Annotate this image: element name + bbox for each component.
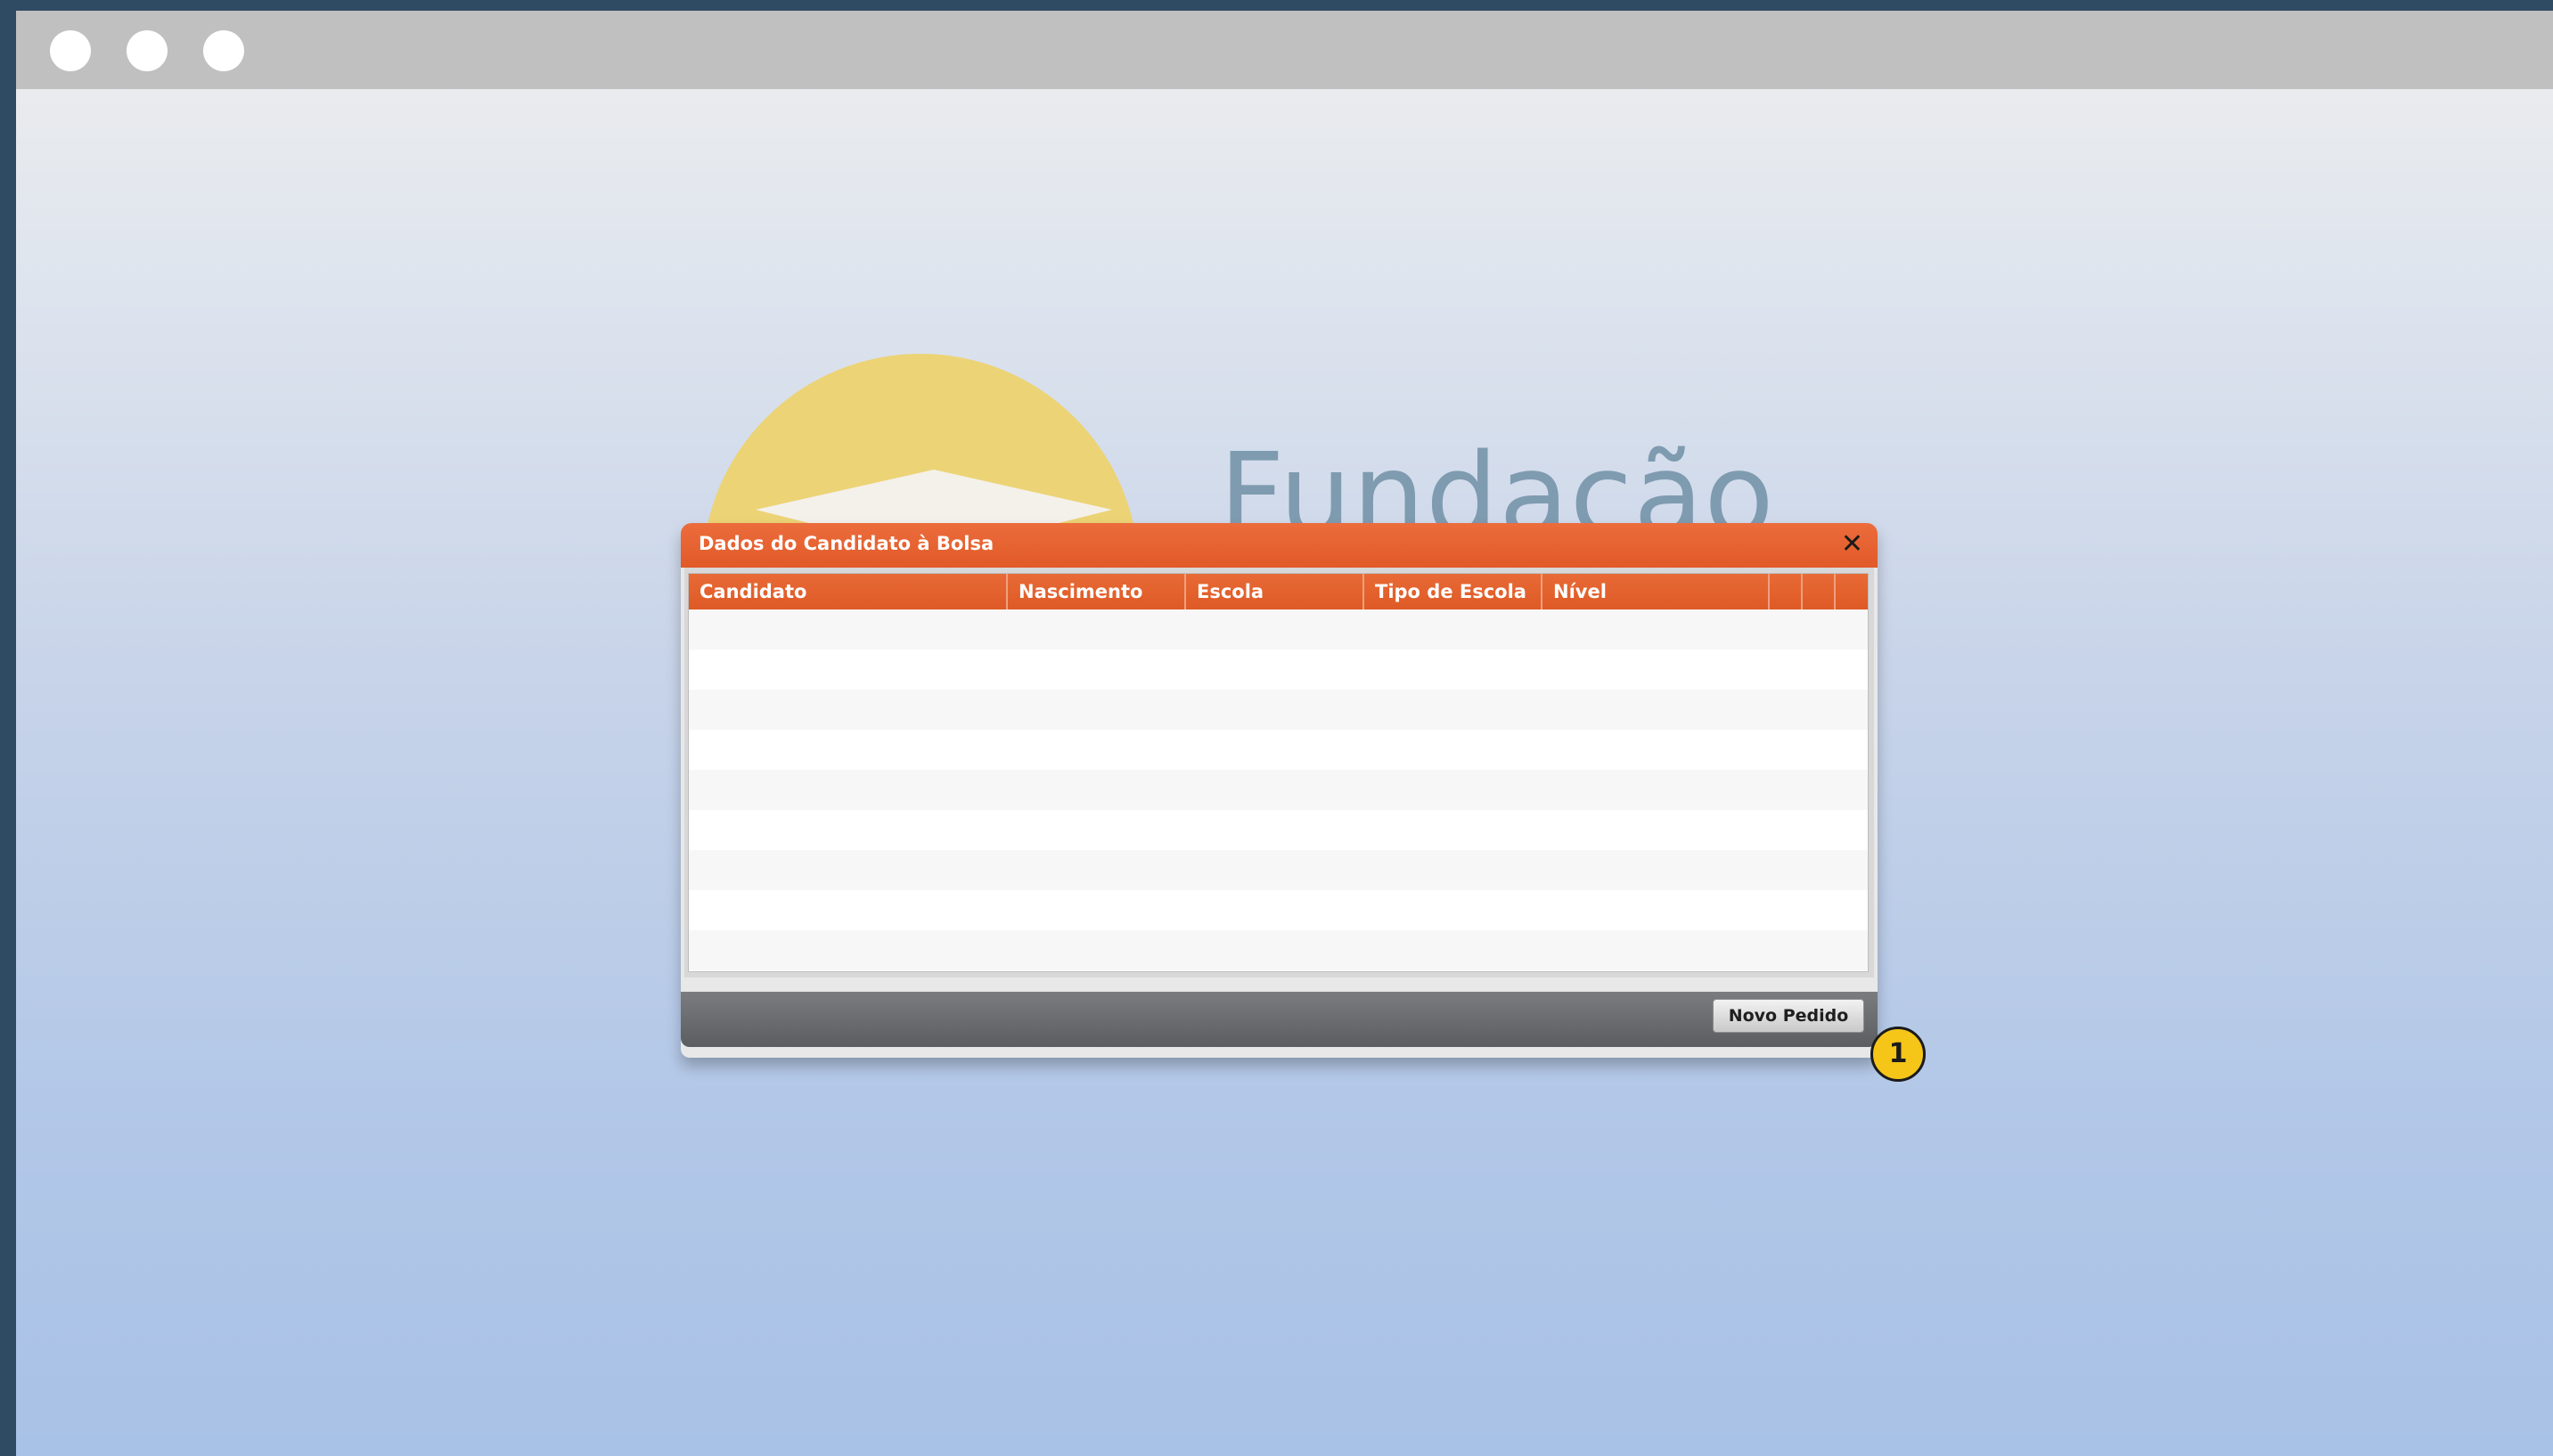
column-header-nascimento[interactable]: Nascimento	[1008, 574, 1186, 609]
table-row	[689, 890, 1868, 930]
table-row	[689, 850, 1868, 890]
table-row	[689, 930, 1868, 970]
table-row	[689, 770, 1868, 810]
candidate-dialog: Dados do Candidato à Bolsa ✕ Candidato N…	[681, 523, 1878, 1058]
dialog-title: Dados do Candidato à Bolsa	[699, 533, 994, 554]
dialog-body: Candidato Nascimento Escola Tipo de Esco…	[684, 568, 1874, 977]
table-body	[689, 609, 1868, 970]
step-callout-badge: 1	[1870, 1027, 1926, 1082]
table-row	[689, 650, 1868, 690]
column-header-action-1[interactable]	[1770, 574, 1803, 609]
column-header-escola[interactable]: Escola	[1186, 574, 1364, 609]
column-header-action-3[interactable]	[1836, 574, 1868, 609]
close-icon[interactable]: ✕	[1841, 528, 1863, 561]
column-header-tipo-escola[interactable]: Tipo de Escola	[1364, 574, 1542, 609]
window-titlebar	[16, 11, 2553, 89]
window-close-button[interactable]	[50, 30, 91, 71]
dialog-footer: Novo Pedido	[681, 992, 1878, 1047]
column-header-action-2[interactable]	[1803, 574, 1836, 609]
candidates-table: Candidato Nascimento Escola Tipo de Esco…	[688, 573, 1869, 972]
new-request-button[interactable]: Novo Pedido	[1713, 999, 1864, 1033]
table-row	[689, 690, 1868, 730]
table-row	[689, 810, 1868, 850]
table-header: Candidato Nascimento Escola Tipo de Esco…	[689, 574, 1868, 609]
table-row	[689, 609, 1868, 650]
column-header-nivel[interactable]: Nível	[1542, 574, 1770, 609]
dialog-header: Dados do Candidato à Bolsa ✕	[681, 523, 1878, 568]
window-maximize-button[interactable]	[203, 30, 244, 71]
table-row	[689, 730, 1868, 770]
column-header-candidato[interactable]: Candidato	[689, 574, 1008, 609]
window-minimize-button[interactable]	[127, 30, 168, 71]
